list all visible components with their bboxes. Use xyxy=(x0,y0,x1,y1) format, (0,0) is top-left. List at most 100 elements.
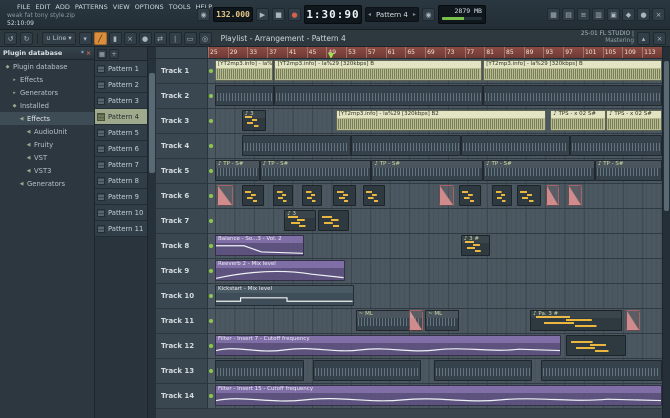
track-lane[interactable]: [YT2mp3.info] - la%29 [320kbps][YT2mp3.i… xyxy=(208,59,662,84)
track-state-led[interactable] xyxy=(209,294,213,298)
pattern-grid-icon[interactable]: ▦ xyxy=(97,48,107,59)
midi-clip[interactable] xyxy=(273,185,294,206)
track-lane[interactable]: Reeverb 2 - Mix level xyxy=(208,259,662,284)
play-button[interactable]: ▶ xyxy=(256,8,269,21)
track-name[interactable]: Track 1 xyxy=(156,59,208,84)
pattern-item-9[interactable]: Pattern 9 xyxy=(95,189,147,205)
ruler-bar-number[interactable]: 25 xyxy=(208,47,228,58)
track-state-led[interactable] xyxy=(209,219,213,223)
midi-clip[interactable] xyxy=(302,185,323,206)
auto-clip[interactable]: Reeverb 2 - Mix level xyxy=(215,260,345,281)
track-lane[interactable] xyxy=(208,184,662,209)
track-lane[interactable]: ♪ TP - S# ♪ TP - S# ♪ TP - S# ♪ TP - S# ♪ TP… xyxy=(208,159,662,184)
dark-clip[interactable] xyxy=(215,360,305,381)
track-name[interactable]: Track 7 xyxy=(156,209,208,234)
fade-clip[interactable] xyxy=(626,310,640,331)
dark-clip[interactable] xyxy=(434,360,533,381)
midi-clip[interactable] xyxy=(565,335,627,356)
audio-clip[interactable]: [YT2mp3.info] - la%29 [320kbps] B2 xyxy=(335,110,546,131)
playlist-vertical-scrollbar[interactable] xyxy=(662,47,670,418)
slice-tool-icon[interactable]: ∣ xyxy=(168,31,182,45)
tempo-tap-icon[interactable]: ● xyxy=(637,8,650,21)
menu-item-view[interactable]: VIEW xyxy=(113,3,130,11)
step-sequencer-icon[interactable]: ▦ xyxy=(547,8,560,21)
ruler-bar-number[interactable]: 57 xyxy=(365,47,386,58)
pattern-selector-value[interactable]: Pattern 4 xyxy=(373,11,411,19)
track-state-led[interactable] xyxy=(209,119,213,123)
main-volume-knob[interactable]: ◉ xyxy=(197,8,210,21)
track-name[interactable]: Track 5 xyxy=(156,159,208,184)
menu-item-options[interactable]: OPTIONS xyxy=(135,3,164,11)
track-name[interactable]: Track 13 xyxy=(156,359,208,384)
ruler-bar-number[interactable]: 93 xyxy=(543,47,563,58)
snap-selector[interactable]: ∪ Line ▾ xyxy=(42,31,76,45)
playlist-panel-icon[interactable]: ≡ xyxy=(577,8,590,21)
midi-clip[interactable] xyxy=(241,185,265,206)
audio-clip[interactable]: ♪ TPS - x 02 S# xyxy=(550,110,607,131)
browser-item-effects[interactable]: ▸ Effects xyxy=(0,73,94,86)
ruler-bar-number[interactable]: 45 xyxy=(306,47,327,58)
dark-clip[interactable] xyxy=(215,85,275,106)
browser-item-generators[interactable]: ◀ Generators xyxy=(0,177,94,190)
midi-clip[interactable] xyxy=(492,185,513,206)
track-lane[interactable]: Filter - Insert 15 - Cutoff frequency xyxy=(208,384,662,409)
dark-clip[interactable] xyxy=(241,135,352,156)
piano-roll-icon[interactable]: ▤ xyxy=(562,8,575,21)
track-name[interactable]: Track 6 xyxy=(156,184,208,209)
track-name[interactable]: Track 11 xyxy=(156,309,208,334)
midi-clip[interactable] xyxy=(333,185,356,206)
pattern-item-6[interactable]: Pattern 6 xyxy=(95,141,147,157)
close-panel-icon[interactable]: × xyxy=(653,31,666,45)
midi-clip[interactable]: ♪ 3 # xyxy=(460,235,490,256)
track-state-led[interactable] xyxy=(209,394,213,398)
menu-item-file[interactable]: FILE xyxy=(17,3,30,11)
fade-clip[interactable] xyxy=(568,185,582,206)
browser-item-effects[interactable]: ◀ Effects xyxy=(0,112,94,125)
ruler-bar-number[interactable]: 73 xyxy=(444,47,465,58)
tempo-display[interactable]: 132.000 xyxy=(213,7,253,22)
midi-clip[interactable] xyxy=(516,185,542,206)
track-lane[interactable]: Kickstart - Mix level xyxy=(208,284,662,309)
playlist-window-title[interactable]: Playlist - Arrangement - Pattern 4 xyxy=(221,34,346,43)
stop-button[interactable]: ■ xyxy=(272,8,285,21)
dark-clip[interactable] xyxy=(313,360,421,381)
track-state-led[interactable] xyxy=(209,369,213,373)
track-scrollbar-thumb[interactable] xyxy=(149,73,155,173)
midi-clip[interactable]: ♪ 3 xyxy=(241,110,267,131)
audio-clip[interactable]: [YT2mp3.info] - la%29 [320kbps] B xyxy=(274,60,483,81)
ruler-bar-number[interactable]: 53 xyxy=(346,47,366,58)
slip-tool-icon[interactable]: ⇄ xyxy=(153,31,167,45)
audio-clip[interactable]: [YT2mp3.info] - la%29 [320kbps] xyxy=(215,60,274,81)
ruler-bar-number[interactable]: 37 xyxy=(267,47,287,58)
dark-clip[interactable]: ~ ML xyxy=(425,310,459,331)
pattern-item-7[interactable]: Pattern 7 xyxy=(95,157,147,173)
add-pattern-icon[interactable]: + xyxy=(109,48,119,59)
dark-clip[interactable] xyxy=(570,135,662,156)
track-state-led[interactable] xyxy=(209,244,213,248)
dark-clip[interactable] xyxy=(460,135,571,156)
track-lane[interactable]: Balance - So...3 - Vol. 2 ♪ 3 # xyxy=(208,234,662,259)
track-name[interactable]: Track 12 xyxy=(156,334,208,359)
midi-clip[interactable] xyxy=(458,185,481,206)
zoom-tool-icon[interactable]: ◎ xyxy=(198,31,212,45)
auto-clip[interactable]: Filter - Insert 7 - Cutoff frequency xyxy=(215,335,562,356)
menu-item-tools[interactable]: TOOLS xyxy=(169,3,191,11)
track-state-led[interactable] xyxy=(209,144,213,148)
track-lane[interactable]: ~ ML ~ ML ♪ Pa. 3 # xyxy=(208,309,662,334)
browser-item-generators[interactable]: ▸ Generators xyxy=(0,86,94,99)
track-name[interactable]: Track 8 xyxy=(156,234,208,259)
midi-clip[interactable] xyxy=(317,210,350,231)
ruler-bar-number[interactable]: 101 xyxy=(582,47,603,58)
paint-tool-icon[interactable]: ▮ xyxy=(108,31,122,45)
pattern-item-3[interactable]: Pattern 3 xyxy=(95,93,147,109)
midi-clip[interactable]: ♪ Pa. 3 # xyxy=(530,310,622,331)
plugin-picker-icon[interactable]: ◆ xyxy=(622,8,635,21)
auto-clip[interactable]: Kickstart - Mix level xyxy=(215,285,354,306)
timeline-ruler[interactable]: 25 29 33 37 41 45 49 53 57 61 65 69 73 77 81 85 89 93 97 10… xyxy=(208,47,662,59)
browser-panel-icon[interactable]: ▣ xyxy=(607,8,620,21)
pattern-item-10[interactable]: Pattern 10 xyxy=(95,205,147,221)
track-lane[interactable] xyxy=(208,84,662,109)
playlist-scrollbar-thumb[interactable] xyxy=(664,61,669,211)
dark-clip[interactable]: ♪ TP - S# xyxy=(483,160,595,181)
ruler-bar-number[interactable]: 69 xyxy=(425,47,445,58)
